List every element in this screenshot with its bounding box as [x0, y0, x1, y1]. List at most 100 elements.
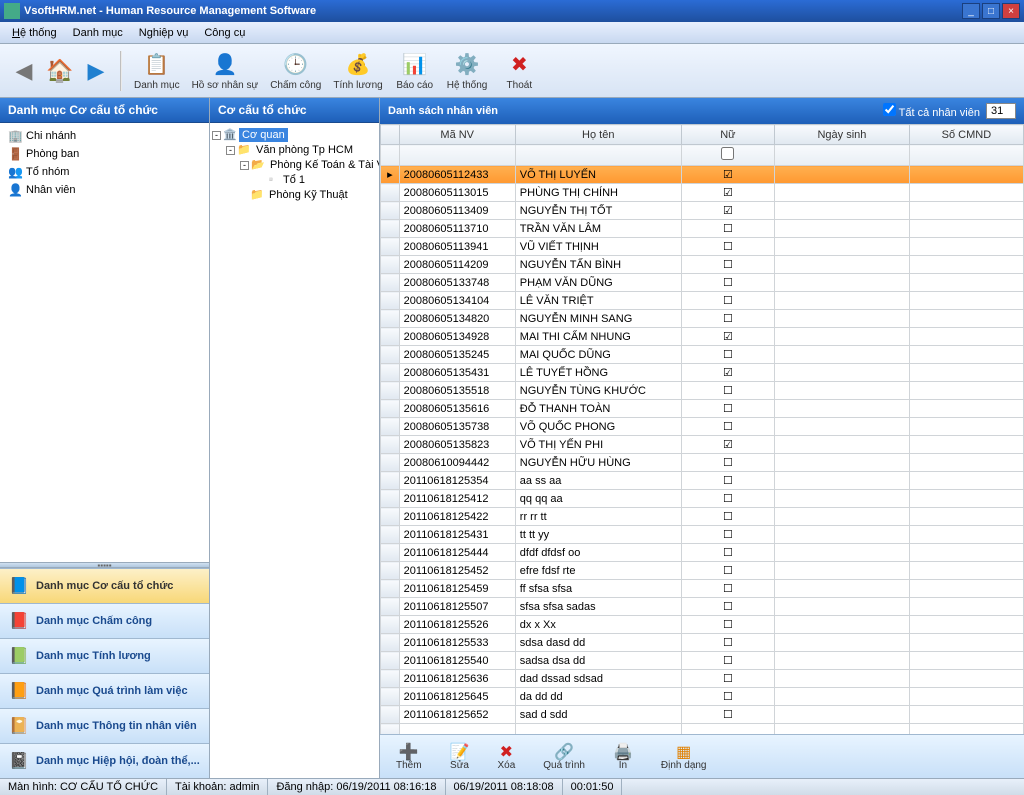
book-icon: 📕 [8, 610, 30, 632]
left-panel-header: Danh mục Cơ cấu tổ chức [0, 98, 209, 123]
tb-thoat-button[interactable]: ✖Thoát [495, 46, 543, 96]
table-row[interactable]: 20110618125422rr rr tt☐ [381, 508, 1024, 526]
book-icon: 📔 [8, 715, 30, 737]
nav-home-button[interactable]: 🏠 [44, 55, 76, 87]
filter-row[interactable] [381, 145, 1024, 166]
employee-grid[interactable]: Mã NV Họ tên Nữ Ngày sinh Số CMND ▸20080… [380, 124, 1024, 734]
tb-chamcong-button[interactable]: 🕒Chấm công [266, 46, 325, 96]
table-row[interactable]: 20110618125452efre fdsf rte☐ [381, 562, 1024, 580]
all-employees-check[interactable]: Tất cả nhân viên [883, 103, 980, 119]
org-tree-panel: Cơ cấu tổ chức -🏛️Cơ quan -📁Văn phòng Tp… [210, 98, 380, 778]
table-row[interactable]: 20110618125652sad d sdd☐ [381, 706, 1024, 724]
tb-hethong-button[interactable]: ⚙️Hệ thống [443, 46, 492, 96]
table-row[interactable]: 20080605134928MAI THI CẨM NHUNG☑ [381, 328, 1024, 346]
table-row[interactable]: 20080605135431LÊ TUYẾT HỒNG☑ [381, 364, 1024, 382]
org-tree-header: Cơ cấu tổ chức [210, 98, 379, 123]
menu-congcu[interactable]: Công cụ [196, 25, 253, 41]
cat-nhanvien[interactable]: 👤Nhân viên [4, 181, 205, 199]
table-row[interactable]: 20080605135738VÕ QUỐC PHONG☐ [381, 418, 1024, 436]
folder-icon: 📁 [250, 188, 264, 200]
cat-phongban[interactable]: 🚪Phòng ban [4, 145, 205, 163]
table-row[interactable]: 20110618125533sdsa dasd dd☐ [381, 634, 1024, 652]
col-date[interactable]: Ngày sinh [775, 125, 910, 145]
table-row[interactable]: 20080605133748PHẠM VĂN DŨNG☐ [381, 274, 1024, 292]
col-id[interactable]: Mã NV [399, 125, 515, 145]
tb-tinhluong-button[interactable]: 💰Tính lương [329, 46, 386, 96]
table-row[interactable]: 20080610094442NGUYỄN HỮU HÙNG☐ [381, 454, 1024, 472]
tb-hoso-button[interactable]: 👤Hồ sơ nhân sự [188, 46, 263, 96]
table-row[interactable]: 20110618125354aa ss aa☐ [381, 472, 1024, 490]
col-cmnd[interactable]: Số CMND [909, 125, 1023, 145]
menu-hethong[interactable]: HHệ thốngệ thống [4, 25, 65, 41]
menu-nghiepvu[interactable]: Nghiệp vụ [131, 25, 197, 41]
print-icon: 🖨️ [613, 742, 633, 760]
maximize-button[interactable]: □ [982, 3, 1000, 19]
table-row[interactable]: 20080605135616ĐỖ THANH TOÀN☐ [381, 400, 1024, 418]
accordion-item-2[interactable]: 📗Danh mục Tính lương [0, 638, 209, 673]
accordion-item-0[interactable]: 📘Danh mục Cơ cấu tổ chức [0, 568, 209, 603]
tb-danhmuc-button[interactable]: 📋Danh mục [130, 46, 184, 96]
delete-icon: ✖ [500, 742, 513, 760]
table-row[interactable]: 20110618125645da dd dd☐ [381, 688, 1024, 706]
delete-button[interactable]: ✖Xóa [489, 740, 523, 773]
table-row[interactable]: 20080605113710TRẦN VĂN LÂM☐ [381, 220, 1024, 238]
table-row[interactable]: ▸20080605112433VÕ THỊ LUYẾN☑ [381, 166, 1024, 184]
table-row[interactable]: 20110618125526dx x Xx☐ [381, 616, 1024, 634]
row-count: 31 [986, 103, 1016, 119]
table-row-empty [381, 724, 1024, 735]
accordion-item-4[interactable]: 📔Danh mục Thông tin nhân viên [0, 708, 209, 743]
status-date: 06/19/2011 08:18:08 [446, 779, 563, 795]
accordion-item-1[interactable]: 📕Danh mục Chấm công [0, 603, 209, 638]
col-name[interactable]: Họ tên [515, 125, 681, 145]
nav-forward-button[interactable]: ▶ [80, 55, 112, 87]
filter-sex-check[interactable] [721, 147, 734, 160]
action-bar: ➕Thêm 📝Sửa ✖Xóa 🔗Quá trình 🖨️In ▦Định dạ… [380, 734, 1024, 778]
edit-button[interactable]: 📝Sửa [442, 740, 478, 773]
cat-tonhom[interactable]: 👥Tổ nhóm [4, 163, 205, 181]
table-row[interactable]: 20110618125507sfsa sfsa sadas☐ [381, 598, 1024, 616]
process-button[interactable]: 🔗Quá trình [535, 740, 593, 773]
tree-toggle[interactable]: - [212, 131, 221, 140]
table-row[interactable]: 20080605114209NGUYỄN TẤN BÌNH☐ [381, 256, 1024, 274]
table-row[interactable]: 20110618125540sadsa dsa dd☐ [381, 652, 1024, 670]
status-elapsed: 00:01:50 [563, 779, 623, 795]
table-row[interactable]: 20080605113015PHÙNG THỊ CHÍNH☑ [381, 184, 1024, 202]
table-row[interactable]: 20110618125444dfdf dfdsf oo☐ [381, 544, 1024, 562]
table-row[interactable]: 20080605135518NGUYỄN TÙNG KHƯỚC☐ [381, 382, 1024, 400]
statusbar: Màn hình: CƠ CẤU TỔ CHỨC Tài khoản: admi… [0, 778, 1024, 795]
table-row[interactable]: 20080605135823VÕ THỊ YẾN PHI☑ [381, 436, 1024, 454]
table-row[interactable]: 20110618125412qq qq aa☐ [381, 490, 1024, 508]
org-branch[interactable]: Văn phòng Tp HCM [253, 143, 356, 157]
org-dept1[interactable]: Phòng Kế Toán & Tài Vụ [267, 158, 379, 172]
table-row[interactable]: 20110618125431tt tt yy☐ [381, 526, 1024, 544]
accordion-item-3[interactable]: 📙Danh mục Quá trình làm việc [0, 673, 209, 708]
table-row[interactable]: 20080605113941VŨ VIẾT THỊNH☐ [381, 238, 1024, 256]
close-button[interactable]: × [1002, 3, 1020, 19]
menu-danhmuc[interactable]: Danh mục [65, 25, 131, 41]
table-row[interactable]: 20080605113409NGUYỄN THỊ TỐT☑ [381, 202, 1024, 220]
nav-back-button[interactable]: ◀ [8, 55, 40, 87]
add-button[interactable]: ➕Thêm [388, 740, 430, 773]
branch-icon: 🏢 [8, 129, 22, 143]
cat-chinhanh[interactable]: 🏢Chi nhánh [4, 127, 205, 145]
tree-toggle[interactable]: - [226, 146, 235, 155]
org-dept2[interactable]: Phòng Kỹ Thuật [266, 188, 351, 202]
print-button[interactable]: 🖨️In [605, 740, 641, 773]
table-row[interactable]: 20080605134104LÊ VĂN TRIỆT☐ [381, 292, 1024, 310]
org-root[interactable]: Cơ quan [239, 128, 288, 142]
minimize-button[interactable]: _ [962, 3, 980, 19]
table-row[interactable]: 20080605134820NGUYỄN MINH SANG☐ [381, 310, 1024, 328]
book-icon: 📓 [8, 750, 30, 772]
tree-toggle[interactable]: - [240, 161, 249, 170]
toolbar: ◀ 🏠 ▶ 📋Danh mục 👤Hồ sơ nhân sự 🕒Chấm côn… [0, 44, 1024, 98]
col-sex[interactable]: Nữ [681, 125, 774, 145]
org-team[interactable]: Tổ 1 [280, 173, 308, 187]
tb-baocao-button[interactable]: 📊Báo cáo [391, 46, 439, 96]
folder-icon: 📂 [251, 158, 265, 170]
table-row[interactable]: 20080605135245MAI QUỐC DŨNG☐ [381, 346, 1024, 364]
status-screen: Màn hình: CƠ CẤU TỔ CHỨC [0, 779, 167, 795]
accordion-item-5[interactable]: 📓Danh mục Hiệp hội, đoàn thể,... [0, 743, 209, 778]
format-button[interactable]: ▦Định dạng [653, 740, 715, 773]
table-row[interactable]: 20110618125636dad dssad sdsad☐ [381, 670, 1024, 688]
table-row[interactable]: 20110618125459ff sfsa sfsa☐ [381, 580, 1024, 598]
